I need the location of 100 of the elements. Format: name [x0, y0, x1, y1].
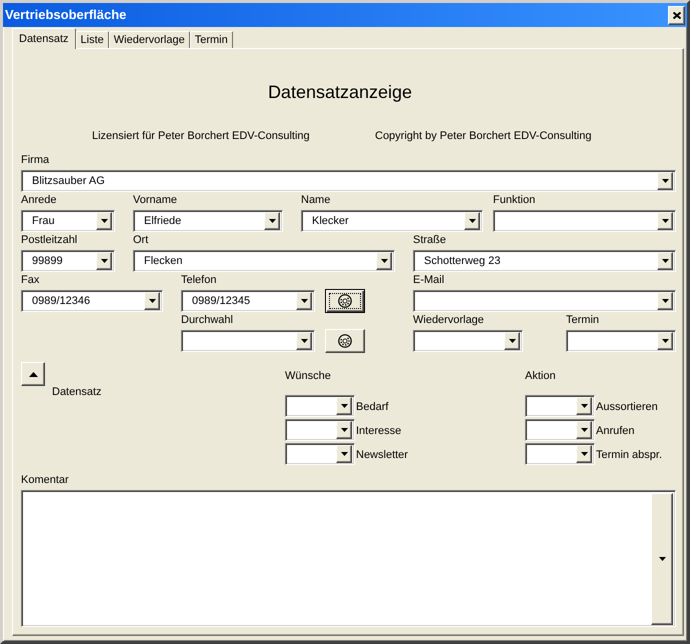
dropdown-button[interactable] [336, 445, 352, 463]
comment-field[interactable] [21, 490, 676, 627]
dropdown-button[interactable] [657, 252, 673, 270]
option-label: Aussortieren [596, 401, 658, 415]
combo-box[interactable] [413, 290, 676, 312]
dropdown-button[interactable] [264, 212, 280, 230]
combo-box[interactable]: Blitzsauber AG [21, 170, 676, 192]
caret-icon [662, 259, 668, 263]
dropdown-button[interactable] [296, 332, 312, 350]
field-label: Straße [413, 234, 446, 247]
close-button[interactable] [668, 6, 685, 24]
dropdown-button[interactable] [296, 292, 312, 310]
combo-box[interactable] [525, 419, 595, 441]
dropdown-button[interactable] [376, 252, 392, 270]
field-label: Postleitzahl [21, 234, 78, 247]
dropdown-button[interactable] [96, 252, 112, 270]
combo-box[interactable] [285, 443, 355, 465]
caret-icon [662, 179, 668, 183]
form-heading: Datensatzanzeige [268, 82, 412, 102]
caret-icon [148, 299, 156, 303]
up-arrow-icon [28, 372, 38, 376]
combo-box[interactable]: Elfriede [133, 210, 283, 232]
combo-box[interactable] [285, 419, 355, 441]
caret-icon [468, 219, 476, 223]
combo-box[interactable] [566, 330, 676, 352]
option-label: Termin abspr. [596, 449, 662, 463]
dropdown-button[interactable] [144, 292, 160, 310]
field-label: Termin [566, 314, 600, 327]
field-label: E-Mail [413, 274, 444, 287]
dropdown-button[interactable] [657, 172, 673, 190]
dropdown-button[interactable] [576, 445, 592, 463]
combo-box[interactable]: 0989/12346 [21, 290, 163, 312]
tab[interactable]: Wiedervorlage [108, 31, 190, 48]
field-label: Name [301, 194, 330, 207]
dropdown-button[interactable] [336, 421, 352, 439]
caret-icon [340, 452, 348, 456]
dropdown-button[interactable] [504, 332, 520, 350]
combo-box[interactable]: 0989/12345 [181, 290, 315, 312]
dropdown-button[interactable] [651, 493, 673, 625]
dropdown-button[interactable] [576, 421, 592, 439]
dropdown-button[interactable] [576, 397, 592, 415]
license-text: Copyright by Peter Borchert EDV-Consulting [375, 130, 592, 143]
group-label: Aktion [525, 370, 556, 383]
combo-box[interactable]: Klecker [301, 210, 483, 232]
combo-box[interactable] [525, 443, 595, 465]
caret-icon [300, 339, 308, 343]
dial-button[interactable] [325, 289, 365, 313]
record-label: Datensatz [52, 386, 102, 399]
caret-icon [268, 219, 276, 223]
caret-icon [300, 299, 308, 303]
close-icon [672, 12, 680, 18]
field-label: Komentar [21, 474, 69, 487]
phone-dial-icon [338, 294, 352, 308]
phone-dial-icon [338, 334, 352, 348]
caret-icon [580, 404, 588, 408]
caret-icon [658, 557, 666, 561]
group-label: Wünsche [285, 370, 331, 383]
field-label: Telefon [181, 274, 216, 287]
option-label: Newsletter [356, 449, 408, 463]
caret-icon [508, 339, 516, 343]
caret-icon [580, 428, 588, 432]
field-label: Wiedervorlage [413, 314, 484, 327]
dropdown-button[interactable] [464, 212, 480, 230]
combo-box[interactable] [525, 395, 595, 417]
caret-icon [340, 404, 348, 408]
dropdown-button[interactable] [96, 212, 112, 230]
dropdown-button[interactable] [336, 397, 352, 415]
field-label: Anrede [21, 194, 56, 207]
combo-box[interactable]: Schotterweg 23 [413, 250, 676, 272]
dropdown-button[interactable] [657, 212, 673, 230]
caret-icon [662, 219, 668, 223]
caret-icon [662, 299, 668, 303]
field-label: Vorname [133, 194, 178, 207]
caret-icon [662, 339, 668, 343]
combo-box[interactable]: Flecken [133, 250, 395, 272]
combo-box[interactable]: Frau [21, 210, 115, 232]
option-label: Anrufen [596, 425, 635, 439]
tab[interactable]: Datensatz [12, 28, 76, 49]
option-label: Interesse [356, 425, 402, 439]
window-title: Vertriebsoberfläche [5, 7, 126, 23]
combo-box[interactable] [493, 210, 676, 232]
up-button[interactable] [21, 362, 45, 386]
combo-box[interactable] [285, 395, 355, 417]
dropdown-button[interactable] [657, 332, 673, 350]
dropdown-button[interactable] [657, 292, 673, 310]
combo-box[interactable]: 99899 [21, 250, 115, 272]
field-label: Firma [21, 154, 50, 167]
option-label: Bedarf [356, 401, 388, 415]
tab[interactable]: Liste [76, 31, 109, 48]
caret-icon [100, 219, 108, 223]
field-label: Fax [21, 274, 40, 287]
field-label: Durchwahl [181, 314, 233, 327]
caret-icon [100, 259, 108, 263]
tab[interactable]: Termin [190, 31, 233, 48]
caret-icon [340, 428, 348, 432]
caret-icon [380, 259, 388, 263]
field-label: Ort [133, 234, 148, 247]
combo-box[interactable] [181, 330, 315, 352]
combo-box[interactable] [413, 330, 523, 352]
license-text: Lizensiert für Peter Borchert EDV-Consulting [92, 130, 310, 143]
